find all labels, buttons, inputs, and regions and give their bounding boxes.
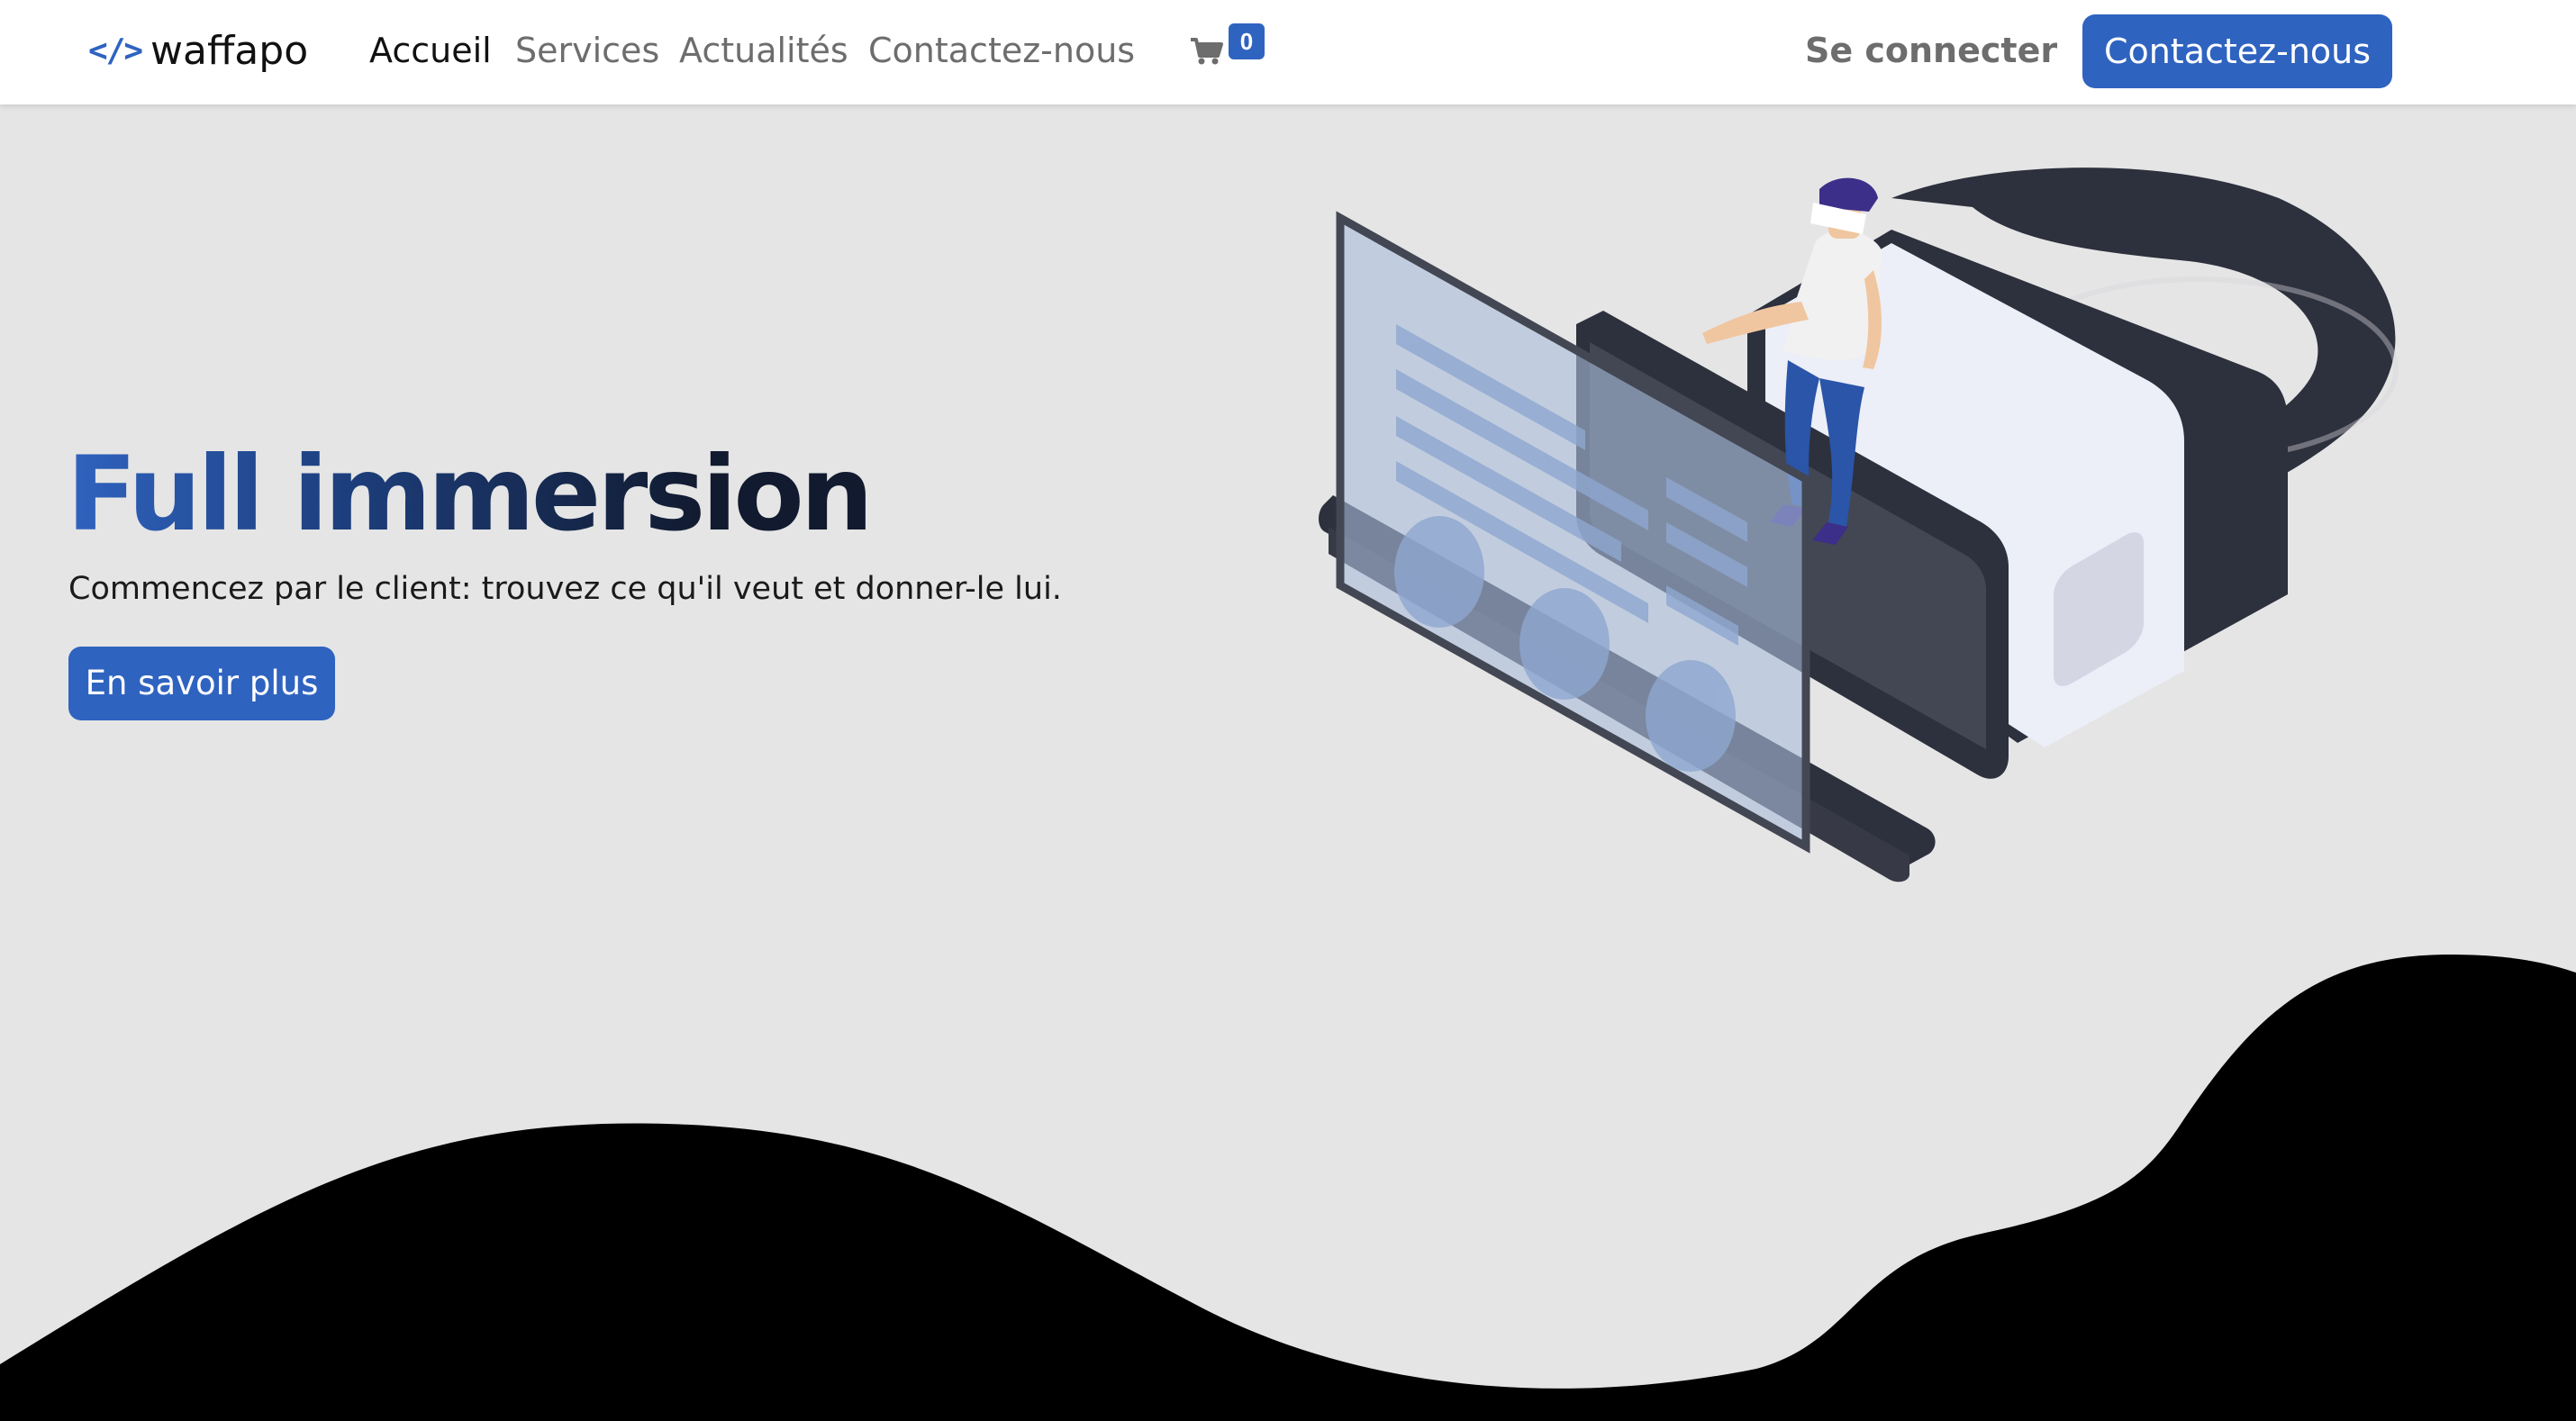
code-icon: </> bbox=[88, 32, 143, 69]
brand-logo[interactable]: </> waffapo bbox=[88, 23, 308, 77]
learn-more-button[interactable]: En savoir plus bbox=[68, 647, 335, 720]
vr-headset-illustration bbox=[1319, 167, 2399, 882]
nav-link-contact[interactable]: Contactez-nous bbox=[868, 25, 1135, 76]
top-navbar: </> waffapo Accueil Services Actualités … bbox=[0, 0, 2576, 104]
contact-button[interactable]: Contactez-nous bbox=[2082, 14, 2392, 88]
login-link[interactable]: Se connecter bbox=[1805, 25, 2057, 76]
hero-subtitle: Commencez par le client: trouvez ce qu'i… bbox=[68, 571, 1062, 607]
cart-count-badge: 0 bbox=[1229, 23, 1265, 59]
nav-link-actualites[interactable]: Actualités bbox=[679, 25, 848, 76]
brand-name: waffapo bbox=[150, 27, 309, 74]
hero-title: Full immersion bbox=[67, 427, 874, 562]
nav-link-accueil[interactable]: Accueil bbox=[369, 25, 492, 76]
cart-icon[interactable] bbox=[1189, 32, 1225, 68]
nav-link-services[interactable]: Services bbox=[515, 25, 659, 76]
